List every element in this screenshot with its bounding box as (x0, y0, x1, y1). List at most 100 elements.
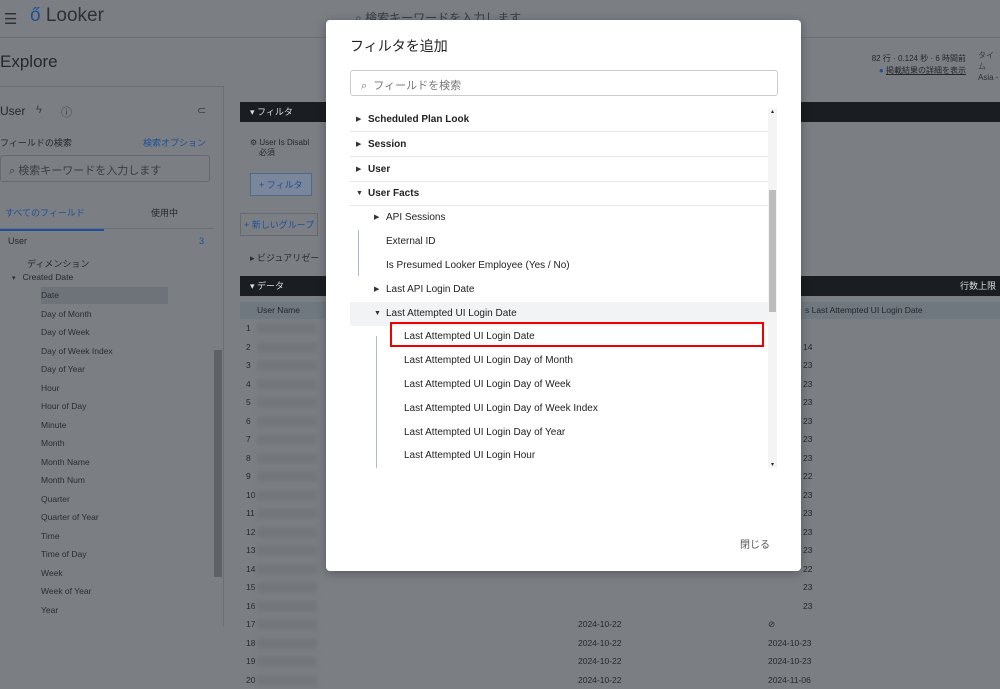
row-number: 17 (246, 615, 255, 634)
tree-guide (376, 336, 377, 468)
tree-item-label: Last Attempted UI Login Hour (404, 444, 535, 468)
data-bar-label: データ (257, 281, 284, 291)
tree-item[interactable]: ▶Session (350, 133, 768, 157)
tree-item[interactable]: ▶API Sessions (350, 206, 768, 230)
field-item[interactable]: Week (41, 565, 168, 582)
page-title: Explore (0, 52, 58, 72)
dialog-scroll-thumb[interactable] (769, 190, 776, 312)
field-item[interactable]: Time of Day (41, 546, 168, 563)
sidebar-scrollbar[interactable] (214, 350, 222, 577)
search-icon: ⌕ (361, 80, 367, 92)
redacted-user-name (257, 360, 317, 371)
col-user-name[interactable]: User Name (257, 302, 300, 319)
table-row: 202024-10-222024-11-06 (240, 671, 1000, 689)
row-number: 13 (246, 541, 255, 560)
view-count: 3 (199, 236, 204, 246)
tree-item[interactable]: Last Attempted UI Login Day of Year (350, 421, 768, 445)
field-item[interactable]: Time (41, 528, 168, 545)
field-item[interactable]: Quarter of Year (41, 509, 168, 526)
tree-item[interactable]: Last Attempted UI Login Day of Week Inde… (350, 397, 768, 421)
filter-item[interactable]: ⚙ User Is Disabl 必須 (250, 138, 309, 158)
field-item[interactable]: Minute (41, 417, 168, 434)
tree-item-label: Last Attempted UI Login Day of Week (404, 373, 571, 397)
caret-right-icon: ▶ (374, 278, 379, 302)
cell-last-login: 22 (803, 560, 812, 579)
field-item[interactable]: Month (41, 435, 168, 452)
cell-last-login: 2024-11-06 (768, 671, 811, 689)
field-search-placeholder: 検索キーワードを入力します (18, 165, 161, 177)
redacted-user-name (257, 453, 317, 464)
tree-item-label: Last API Login Date (386, 278, 474, 302)
row-limit[interactable]: 行数上限 (960, 276, 996, 296)
dimensions-label: ディメンション (27, 257, 89, 270)
tab-in-use[interactable]: 使用中 (151, 206, 178, 219)
cell-last-login: 23 (803, 486, 812, 505)
timezone[interactable]: タイムAsia - (978, 50, 1000, 83)
field-item[interactable]: Month Num (41, 472, 168, 489)
tree-item-label: API Sessions (386, 206, 445, 230)
field-item[interactable]: Day of Week (41, 324, 168, 341)
cell-last-login: 23 (803, 393, 812, 412)
cell-last-login: 23 (803, 356, 812, 375)
field-item[interactable]: Day of Month (41, 306, 168, 323)
tree-item[interactable]: External ID (350, 230, 768, 254)
tree-item[interactable]: Last Attempted UI Login Hour (350, 444, 768, 468)
field-tree: Last Attempted UI Login HourLast Attempt… (350, 108, 768, 468)
row-number: 14 (246, 560, 255, 579)
view-label[interactable]: User (8, 236, 27, 246)
details-link[interactable]: 掲載結果の詳細を表示 (886, 66, 966, 75)
field-item[interactable]: Quarter (41, 491, 168, 508)
dimension-group[interactable]: ▾ Created Date (12, 272, 73, 282)
visualization-section[interactable]: ▸ ビジュアリゼー (250, 251, 319, 264)
redacted-user-name (257, 656, 317, 667)
add-filter-dialog: フィルタを追加 ⌕ フィールドを検索 Last Attempted UI Log… (326, 20, 801, 571)
field-item[interactable]: Day of Week Index (41, 343, 168, 360)
looker-logo[interactable]: ő Looker (30, 5, 104, 27)
redacted-user-name (257, 434, 317, 445)
tree-item-label: Scheduled Plan Look (368, 108, 469, 132)
close-button[interactable]: 閉じる (740, 536, 770, 551)
tree-item[interactable]: ▶Scheduled Plan Look (350, 108, 768, 132)
field-item[interactable]: Hour (41, 380, 168, 397)
field-search-input[interactable]: ⌕ 検索キーワードを入力します (0, 155, 210, 182)
collapse-icon[interactable]: ⊂ (197, 104, 206, 117)
menu-icon[interactable]: ☰ (4, 10, 17, 28)
table-row: 1623 (240, 597, 1000, 616)
tree-item-label: User (368, 158, 390, 182)
new-group-button[interactable]: + 新しいグループ (240, 213, 318, 236)
field-item[interactable]: Month Name (41, 454, 168, 471)
search-options-link[interactable]: 検索オプション (143, 136, 206, 149)
dialog-field-search[interactable]: ⌕ フィールドを検索 (350, 70, 778, 96)
cell-created-date: 2024-10-22 (578, 671, 621, 689)
redacted-user-name (257, 564, 317, 575)
query-stats: 82 行 · 0.124 秒 · 6 時間前 (872, 53, 966, 65)
tree-item[interactable]: Last Attempted UI Login Day of Week (350, 373, 768, 397)
row-number: 6 (246, 412, 251, 431)
filter-required: 必須 (259, 148, 275, 157)
redacted-user-name (257, 638, 317, 649)
row-number: 10 (246, 486, 255, 505)
caret-down-icon: ▼ (356, 182, 363, 206)
lightning-icon[interactable]: ϟ (36, 104, 42, 116)
field-item[interactable]: Week of Year (41, 583, 168, 600)
redacted-user-name (257, 397, 317, 408)
field-item[interactable]: Year (41, 602, 168, 619)
explore-name: User (0, 104, 25, 118)
row-number: 7 (246, 430, 251, 449)
tree-item[interactable]: ▼User Facts (350, 182, 768, 206)
row-number: 5 (246, 393, 251, 412)
row-number: 16 (246, 597, 255, 616)
row-number: 1 (246, 319, 251, 338)
tree-item[interactable]: ▶User (350, 158, 768, 182)
tree-item[interactable]: Is Presumed Looker Employee (Yes / No) (350, 254, 768, 278)
row-number: 9 (246, 467, 251, 486)
col-last-login[interactable]: s Last Attempted UI Login Date (805, 302, 923, 319)
field-item[interactable]: Day of Year (41, 361, 168, 378)
add-filter-button[interactable]: + フィルタ (250, 173, 312, 196)
field-item[interactable]: Hour of Day (41, 398, 168, 415)
tree-item[interactable]: ▶ Last API Login Date (350, 278, 768, 302)
tree-item[interactable]: Last Attempted UI Login Day of Month (350, 349, 768, 373)
field-item[interactable]: Date (41, 287, 168, 304)
row-number: 12 (246, 523, 255, 542)
info-icon[interactable]: ⓘ (61, 104, 72, 120)
